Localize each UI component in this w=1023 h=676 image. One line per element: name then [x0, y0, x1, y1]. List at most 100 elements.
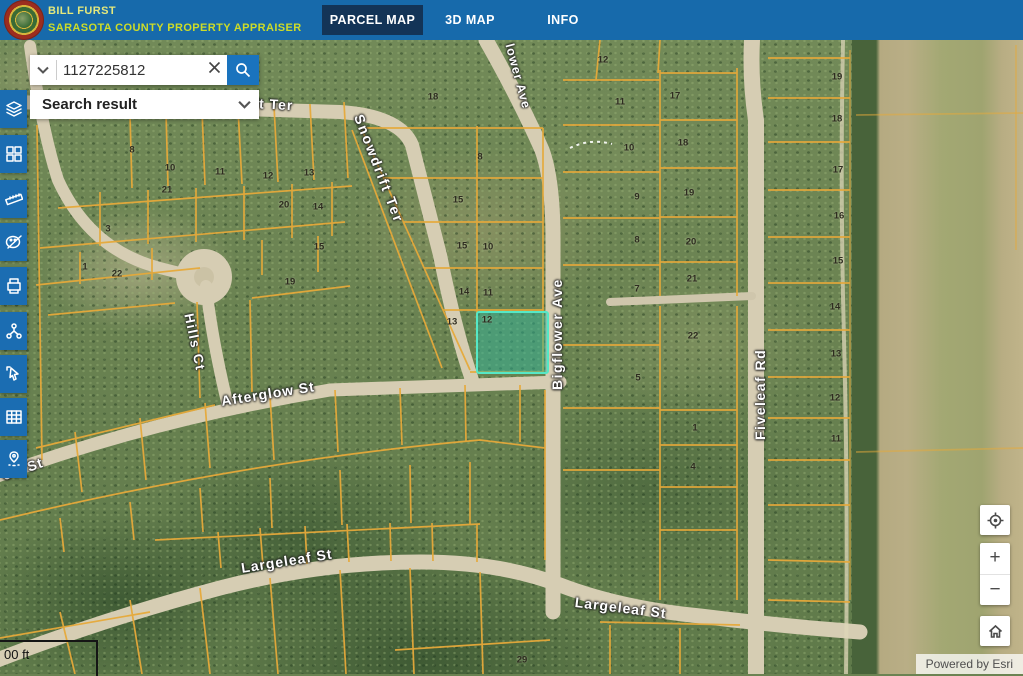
parcel-number: 20: [279, 200, 290, 211]
parcel-number: 4: [690, 462, 695, 473]
parcel-number: 20: [686, 237, 697, 248]
parcel-number: 14: [313, 202, 324, 213]
parcel-number: 15: [457, 241, 468, 252]
map-canvas[interactable]: 8101112132120141531221918815151014111312…: [0, 40, 1023, 674]
parcel-number: 15: [833, 256, 844, 267]
parcel-number: 9: [634, 192, 639, 203]
locate-button[interactable]: [980, 505, 1010, 535]
parcel-number: 22: [688, 331, 699, 342]
parcel-number: 12: [830, 393, 841, 404]
parcel-number: 10: [165, 163, 176, 174]
measure-tool-button[interactable]: [0, 180, 27, 218]
parcel-number: 18: [428, 92, 439, 103]
zoom-out-button[interactable]: −: [980, 575, 1010, 606]
parcel-map-app: { "header": { "line1": "BILL FURST", "li…: [0, 0, 1023, 674]
parcel-number: 11: [215, 167, 225, 178]
parcel-number: 19: [285, 277, 296, 288]
roads-and-parcel-lines-layer: [0, 40, 1023, 674]
parcel-number: 16: [834, 211, 845, 222]
print-tool-button[interactable]: [0, 267, 27, 305]
parcel-number: 5: [635, 373, 640, 384]
layers-tool-button[interactable]: [0, 90, 27, 128]
parcel-number: 18: [678, 138, 689, 149]
home-button[interactable]: [980, 616, 1010, 646]
ruler-icon: [5, 190, 23, 208]
parcel-number: 15: [453, 195, 464, 206]
parcel-number: 3: [105, 224, 110, 235]
parcel-number: 19: [684, 188, 695, 199]
search-result-expander[interactable]: [229, 96, 259, 114]
parcel-number: 21: [162, 185, 173, 196]
basemap-gallery-button[interactable]: [0, 135, 27, 173]
parcel-number: 8: [129, 145, 134, 156]
parcel-number: 29: [517, 655, 528, 666]
share-network-icon: [5, 322, 23, 340]
parcel-number: 14: [459, 287, 470, 298]
office-title: SARASOTA COUNTY PROPERTY APPRAISER: [48, 22, 302, 34]
parcel-number: 19: [832, 72, 843, 83]
parcel-number: 11: [483, 288, 493, 299]
close-icon: [208, 61, 221, 74]
parcel-number: 18: [832, 114, 843, 125]
search-input[interactable]: [57, 62, 201, 79]
near-me-tool-button[interactable]: [0, 440, 27, 478]
tab-parcel-map[interactable]: PARCEL MAP: [322, 5, 423, 35]
parcel-number: 11: [615, 97, 625, 108]
parcel-number: 10: [483, 242, 494, 253]
parcel-number: 17: [833, 165, 844, 176]
location-pin-icon: [5, 450, 23, 468]
share-tool-button[interactable]: [0, 312, 27, 350]
county-seal-logo: [4, 0, 44, 40]
parcel-number: 22: [112, 269, 123, 280]
zoom-control: + −: [980, 543, 1010, 605]
basemap-grid-icon: [5, 145, 23, 163]
map-attribution: Powered by Esri: [916, 654, 1023, 674]
app-header: BILL FURST SARASOTA COUNTY PROPERTY APPR…: [0, 0, 1023, 40]
palette-icon: [5, 233, 23, 251]
parcel-number: 12: [482, 315, 493, 326]
draw-tool-button[interactable]: [0, 223, 27, 261]
parcel-number: 14: [830, 302, 841, 313]
parcel-number: 13: [447, 317, 458, 328]
parcel-number: 11: [831, 434, 841, 445]
scale-label: 00 ft: [4, 647, 29, 662]
parcel-number: 8: [634, 235, 639, 246]
search-widget: [30, 55, 259, 85]
parcel-number: 15: [314, 242, 325, 253]
chevron-down-icon: [37, 66, 49, 74]
table-icon: [5, 408, 23, 426]
layers-icon: [5, 100, 23, 118]
tab-3d-map[interactable]: 3D MAP: [434, 5, 506, 35]
parcel-number: 13: [831, 349, 842, 360]
parcel-number: 12: [598, 55, 609, 66]
zoom-in-button[interactable]: +: [980, 543, 1010, 575]
parcel-number: 1: [692, 423, 697, 434]
chevron-down-icon: [238, 100, 251, 109]
parcel-number: 13: [304, 168, 315, 179]
parcel-number: 8: [477, 152, 482, 163]
search-icon: [235, 62, 251, 78]
search-result-panel[interactable]: Search result: [30, 90, 259, 119]
attribute-table-button[interactable]: [0, 398, 27, 436]
parcel-number: 7: [634, 284, 639, 295]
street-label: Bigflower Ave: [549, 278, 565, 390]
scale-bar: 00 ft: [0, 640, 98, 676]
locate-icon: [986, 511, 1005, 530]
appraiser-name: BILL FURST: [48, 5, 116, 17]
tab-info[interactable]: INFO: [537, 5, 589, 35]
printer-icon: [5, 277, 23, 295]
search-source-dropdown[interactable]: [30, 61, 56, 79]
clear-search-button[interactable]: [201, 61, 227, 79]
parcel-number: 17: [670, 91, 681, 102]
dashed-trail: [570, 142, 612, 148]
parcel-number: 12: [263, 171, 274, 182]
search-result-label: Search result: [30, 96, 229, 113]
parcel-number: 21: [687, 274, 698, 285]
select-tool-button[interactable]: [0, 355, 27, 393]
street-label: Fiveleaf Rd: [752, 349, 768, 440]
select-cursor-icon: [5, 365, 23, 383]
parcel-number: 1: [82, 262, 87, 273]
parcel-number: 10: [624, 143, 635, 154]
home-icon: [987, 623, 1004, 640]
search-button[interactable]: [227, 55, 259, 85]
